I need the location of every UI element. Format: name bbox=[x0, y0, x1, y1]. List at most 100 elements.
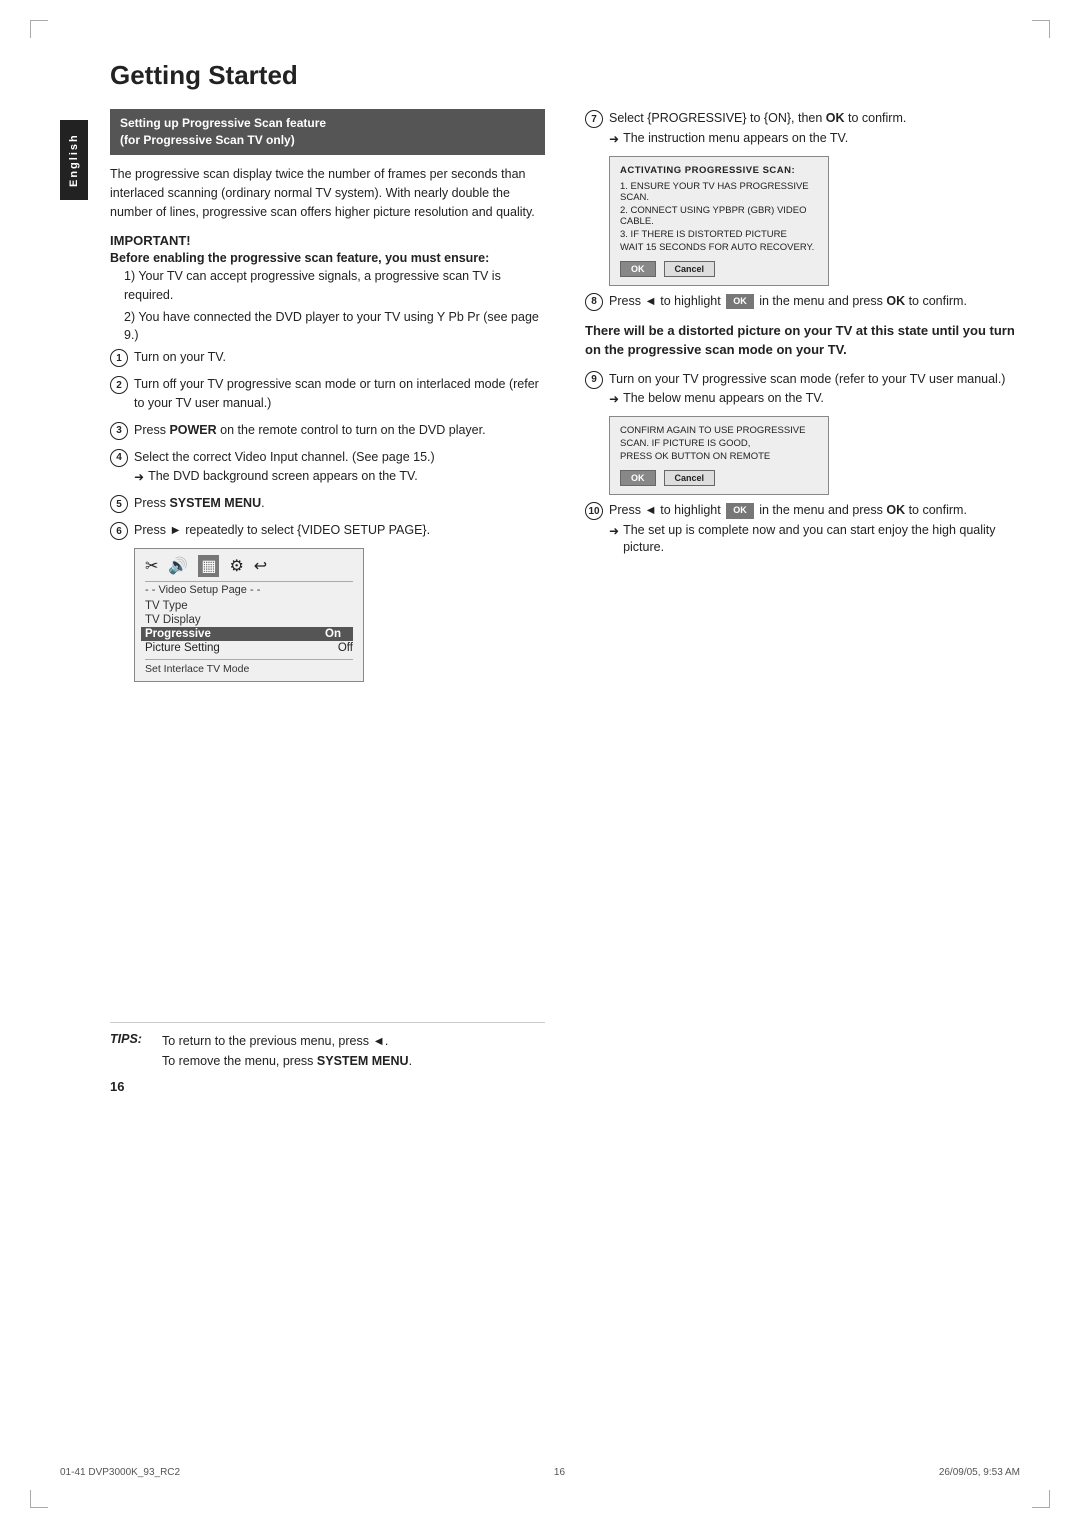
ok-btn-step10: OK bbox=[726, 503, 754, 519]
step-9: 9 Turn on your TV progressive scan mode … bbox=[585, 370, 1020, 409]
section-heading-line1: Setting up Progressive Scan feature bbox=[120, 116, 326, 130]
step-9-content: Turn on your TV progressive scan mode (r… bbox=[609, 370, 1020, 409]
step-4: 4 Select the correct Video Input channel… bbox=[110, 448, 545, 487]
menu-item-tvtype: TV Type bbox=[145, 599, 353, 613]
step-7-content: Select {PROGRESSIVE} to {ON}, then OK to… bbox=[609, 109, 1020, 148]
step-num-5: 5 bbox=[110, 495, 128, 513]
important-section: IMPORTANT! Before enabling the progressi… bbox=[110, 233, 545, 346]
activating-ok-btn[interactable]: OK bbox=[620, 261, 656, 277]
step-num-3: 3 bbox=[110, 422, 128, 440]
step-10-content: Press ◄ to highlight OK in the menu and … bbox=[609, 501, 1020, 557]
important-bold-text: Before enabling the progressive scan fea… bbox=[110, 250, 545, 268]
left-column: Setting up Progressive Scan feature (for… bbox=[110, 109, 545, 1094]
activating-line-4: WAIT 15 SECONDS FOR AUTO RECOVERY. bbox=[620, 242, 818, 253]
footer-left: 01-41 DVP3000K_93_RC2 bbox=[60, 1467, 180, 1478]
confirm-buttons: OK Cancel bbox=[620, 470, 818, 486]
activating-cancel-btn[interactable]: Cancel bbox=[664, 261, 716, 277]
menu-item-tvdisplay: TV Display bbox=[145, 613, 353, 627]
step-2-content: Turn off your TV progressive scan mode o… bbox=[134, 375, 545, 413]
important-label: IMPORTANT! bbox=[110, 233, 545, 248]
section-heading-line2: (for Progressive Scan TV only) bbox=[120, 133, 295, 147]
step-num-7: 7 bbox=[585, 110, 603, 128]
tips-line1: To return to the previous menu, press ◄. bbox=[162, 1031, 412, 1051]
activating-buttons: OK Cancel bbox=[620, 261, 818, 277]
step-3: 3 Press POWER on the remote control to t… bbox=[110, 421, 545, 440]
confirm-ok-btn[interactable]: OK bbox=[620, 470, 656, 486]
activating-line-1: 1. ENSURE YOUR TV HAS PROGRESSIVE SCAN. bbox=[620, 181, 818, 203]
confirm-line-2: SCAN. IF PICTURE IS GOOD, bbox=[620, 438, 818, 449]
menu-icon-video-selected: ▦ bbox=[198, 555, 219, 577]
two-column-layout: Setting up Progressive Scan feature (for… bbox=[110, 109, 1020, 1094]
menu-footer: Set Interlace TV Mode bbox=[145, 659, 353, 675]
step-7-note: The instruction menu appears on the TV. bbox=[623, 130, 848, 148]
activating-info-box: ACTIVATING PROGRESSIVE SCAN: 1. ENSURE Y… bbox=[609, 156, 829, 286]
video-setup-menu: ✂ 🔊 ▦ ⚙ ↩ - - Video Setup Page - - TV Ty… bbox=[134, 548, 364, 682]
step-3-content: Press POWER on the remote control to tur… bbox=[134, 421, 545, 440]
important-item-2: 2) You have connected the DVD player to … bbox=[124, 308, 545, 346]
arrow-7: ➜ bbox=[609, 131, 619, 148]
step-9-note: The below menu appears on the TV. bbox=[623, 390, 824, 408]
step-4-note: The DVD background screen appears on the… bbox=[148, 468, 418, 486]
step-1: 1 Turn on your TV. bbox=[110, 348, 545, 367]
confirm-line-3: PRESS OK BUTTON ON REMOTE bbox=[620, 451, 818, 462]
step-num-4: 4 bbox=[110, 449, 128, 467]
page-container: English Getting Started Setting up Progr… bbox=[0, 0, 1080, 1528]
step-2: 2 Turn off your TV progressive scan mode… bbox=[110, 375, 545, 413]
tips-section: TIPS: To return to the previous menu, pr… bbox=[110, 1022, 545, 1071]
menu-icon-settings: ⚙ bbox=[229, 556, 243, 576]
step-8: 8 Press ◄ to highlight OK in the menu an… bbox=[585, 292, 1020, 311]
right-column: 7 Select {PROGRESSIVE} to {ON}, then OK … bbox=[585, 109, 1020, 565]
menu-icon-scissors: ✂ bbox=[145, 556, 158, 576]
step-6-content: Press ► repeatedly to select {VIDEO SETU… bbox=[134, 521, 545, 540]
step-num-10: 10 bbox=[585, 502, 603, 520]
step-6: 6 Press ► repeatedly to select {VIDEO SE… bbox=[110, 521, 545, 540]
step-8-content: Press ◄ to highlight OK in the menu and … bbox=[609, 292, 1020, 311]
corner-mark-br bbox=[1032, 1490, 1050, 1508]
menu-item-progressive: Progressive On bbox=[141, 627, 353, 641]
activating-line-2: 2. CONNECT USING YPBPR (GBR) VIDEO CABLE… bbox=[620, 205, 818, 227]
confirm-line-1: CONFIRM AGAIN TO USE PROGRESSIVE bbox=[620, 425, 818, 436]
important-item-1: 1) Your TV can accept progressive signal… bbox=[124, 267, 545, 305]
confirm-cancel-btn[interactable]: Cancel bbox=[664, 470, 716, 486]
main-content: Getting Started Setting up Progressive S… bbox=[110, 40, 1020, 1094]
arrow-10: ➜ bbox=[609, 523, 619, 540]
menu-icon-audio: 🔊 bbox=[168, 556, 188, 576]
intro-text: The progressive scan display twice the n… bbox=[110, 165, 545, 223]
menu-icons-row: ✂ 🔊 ▦ ⚙ ↩ bbox=[145, 555, 353, 577]
menu-page-label: - - Video Setup Page - - bbox=[145, 581, 353, 596]
corner-mark-tl bbox=[30, 20, 48, 38]
step-10-note: The set up is complete now and you can s… bbox=[623, 522, 1020, 557]
tips-line2: To remove the menu, press SYSTEM MENU. bbox=[162, 1051, 412, 1071]
corner-mark-tr bbox=[1032, 20, 1050, 38]
step-num-1: 1 bbox=[110, 349, 128, 367]
menu-item-picturesetting: Picture Setting Off bbox=[145, 641, 353, 655]
tips-label: TIPS: bbox=[110, 1031, 142, 1046]
step-num-8: 8 bbox=[585, 293, 603, 311]
footer-right: 26/09/05, 9:53 AM bbox=[939, 1467, 1020, 1478]
step-num-6: 6 bbox=[110, 522, 128, 540]
tips-content: To return to the previous menu, press ◄.… bbox=[162, 1031, 412, 1071]
section-heading: Setting up Progressive Scan feature (for… bbox=[110, 109, 545, 155]
step-num-9: 9 bbox=[585, 371, 603, 389]
step-5: 5 Press SYSTEM MENU. bbox=[110, 494, 545, 513]
page-number: 16 bbox=[110, 1079, 545, 1094]
step-num-2: 2 bbox=[110, 376, 128, 394]
step-10: 10 Press ◄ to highlight OK in the menu a… bbox=[585, 501, 1020, 557]
footer-center: 16 bbox=[554, 1467, 565, 1478]
step-4-content: Select the correct Video Input channel. … bbox=[134, 448, 545, 487]
warning-text: There will be a distorted picture on you… bbox=[585, 321, 1020, 360]
activating-line-3: 3. IF THERE IS DISTORTED PICTURE bbox=[620, 229, 818, 240]
page-footer: 01-41 DVP3000K_93_RC2 16 26/09/05, 9:53 … bbox=[60, 1467, 1020, 1478]
arrow-4: ➜ bbox=[134, 469, 144, 486]
arrow-9: ➜ bbox=[609, 391, 619, 408]
step-1-content: Turn on your TV. bbox=[134, 348, 545, 367]
language-tab: English bbox=[60, 120, 88, 200]
page-title: Getting Started bbox=[110, 60, 1020, 91]
confirm-info-box: CONFIRM AGAIN TO USE PROGRESSIVE SCAN. I… bbox=[609, 416, 829, 495]
corner-mark-bl bbox=[30, 1490, 48, 1508]
step-7: 7 Select {PROGRESSIVE} to {ON}, then OK … bbox=[585, 109, 1020, 148]
step-5-content: Press SYSTEM MENU. bbox=[134, 494, 545, 513]
activating-title: ACTIVATING PROGRESSIVE SCAN: bbox=[620, 165, 818, 176]
menu-icon-exit: ↩ bbox=[254, 556, 267, 576]
ok-btn-step8: OK bbox=[726, 294, 754, 310]
